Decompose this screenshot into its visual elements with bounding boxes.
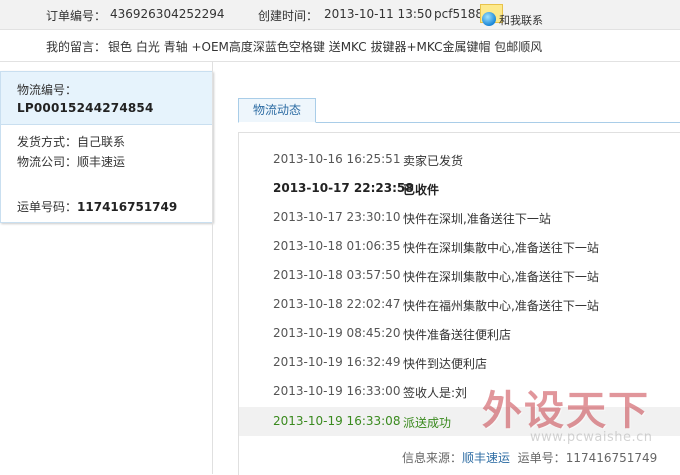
- source-waybill-label: 运单号：: [517, 451, 566, 465]
- event-desc: 卖家已发货: [403, 154, 464, 168]
- logistics-number-block: 物流编号： LP00015244274854: [1, 72, 212, 125]
- ship-method-value: 自己联系: [77, 135, 126, 149]
- event-desc: 已收件: [403, 183, 440, 197]
- event-time: 2013-10-19 16:33:08: [273, 414, 401, 428]
- waybill-line: 运单号码：117416751749: [17, 198, 177, 215]
- logistics-company-label: 物流公司：: [17, 155, 78, 169]
- event-desc: 快件在深圳集散中心,准备送往下一站: [403, 270, 599, 284]
- chat-icon: [482, 12, 496, 26]
- message-text: 银色 白光 青轴 +OEM高度深蓝色空格键 送MKC 拔键器+MKC金属键帽 包…: [108, 40, 543, 54]
- tracking-event: 2013-10-18 22:02:47 快件在福州集散中心,准备送往下一站: [239, 290, 680, 319]
- order-number-label: 订单编号：: [46, 9, 107, 23]
- tracking-event: 2013-10-16 16:25:51 卖家已发货: [239, 145, 680, 174]
- event-time: 2013-10-17 23:30:10: [273, 210, 401, 224]
- tracking-event: 2013-10-18 03:57:50 快件在深圳集散中心,准备送往下一站: [239, 261, 680, 290]
- waybill-label: 运单号码：: [17, 200, 78, 214]
- tab-logistics-updates[interactable]: 物流动态: [238, 98, 316, 123]
- event-time: 2013-10-19 08:45:20: [273, 326, 401, 340]
- logistics-number-value: LP00015244274854: [17, 101, 154, 115]
- created-time-value: 2013-10-11 13:50: [324, 7, 433, 21]
- event-time: 2013-10-19 16:33:00: [273, 384, 401, 398]
- tracking-event: 2013-10-17 22:23:58 已收件: [239, 174, 680, 203]
- seller-name[interactable]: pcf5188: [434, 7, 483, 21]
- order-number-value: 436926304252294: [110, 7, 225, 21]
- event-time: 2013-10-17 22:23:58: [273, 181, 414, 195]
- event-desc: 派送成功: [403, 416, 452, 430]
- buyer-message-row: 我的留言： 银色 白光 青轴 +OEM高度深蓝色空格键 送MKC 拔键器+MKC…: [0, 30, 680, 62]
- tracking-event: 2013-10-19 08:45:20 快件准备送往便利店: [239, 319, 680, 348]
- column-divider: [212, 61, 213, 474]
- logistics-company-value: 顺丰速运: [77, 155, 126, 169]
- info-source-link[interactable]: 顺丰速运: [462, 451, 510, 465]
- tracking-event-final: 2013-10-19 16:33:08 派送成功: [239, 407, 680, 436]
- tracking-event: 2013-10-19 16:32:49 快件到达便利店: [239, 348, 680, 377]
- logistics-number-label: 物流编号：: [17, 83, 78, 97]
- event-time: 2013-10-16 16:25:51: [273, 152, 401, 166]
- logistics-company-line: 物流公司：顺丰速运: [17, 153, 125, 170]
- order-info-bar: 订单编号： 436926304252294 创建时间： 2013-10-11 1…: [0, 0, 680, 30]
- event-desc: 快件到达便利店: [403, 357, 488, 371]
- event-desc: 签收人是:刘: [403, 386, 468, 400]
- ship-method-line: 发货方式：自己联系: [17, 133, 125, 150]
- event-desc: 快件在福州集散中心,准备送往下一站: [403, 299, 599, 313]
- event-time: 2013-10-19 16:32:49: [273, 355, 401, 369]
- logistics-summary-panel: 物流编号： LP00015244274854 发货方式：自己联系 物流公司：顺丰…: [0, 71, 213, 223]
- tracking-event: 2013-10-19 16:33:00 签收人是:刘: [239, 377, 680, 406]
- ship-method-label: 发货方式：: [17, 135, 78, 149]
- waybill-value: 117416751749: [77, 200, 178, 214]
- event-time: 2013-10-18 03:57:50: [273, 268, 401, 282]
- event-time: 2013-10-18 22:02:47: [273, 297, 401, 311]
- tracking-event: 2013-10-18 01:06:35 快件在深圳集散中心,准备送往下一站: [239, 232, 680, 261]
- info-source-label: 信息来源：: [402, 451, 463, 465]
- event-desc: 快件准备送往便利店: [403, 328, 512, 342]
- tracking-event: 2013-10-17 23:30:10 快件在深圳,准备送往下一站: [239, 203, 680, 232]
- contact-seller-label: 和我联系: [499, 14, 543, 27]
- tracking-timeline: 2013-10-16 16:25:51 卖家已发货 2013-10-17 22:…: [238, 132, 680, 475]
- event-desc: 快件在深圳,准备送往下一站: [403, 212, 551, 226]
- event-time: 2013-10-18 01:06:35: [273, 239, 401, 253]
- created-time-label: 创建时间：: [258, 9, 319, 23]
- message-label: 我的留言：: [46, 40, 107, 54]
- event-desc: 快件在深圳集散中心,准备送往下一站: [403, 241, 599, 255]
- info-source-line: 信息来源：顺丰速运 运单号：117416751749: [402, 449, 657, 466]
- source-waybill-value: 117416751749: [565, 451, 658, 465]
- contact-seller-button[interactable]: 和我联系: [480, 4, 543, 27]
